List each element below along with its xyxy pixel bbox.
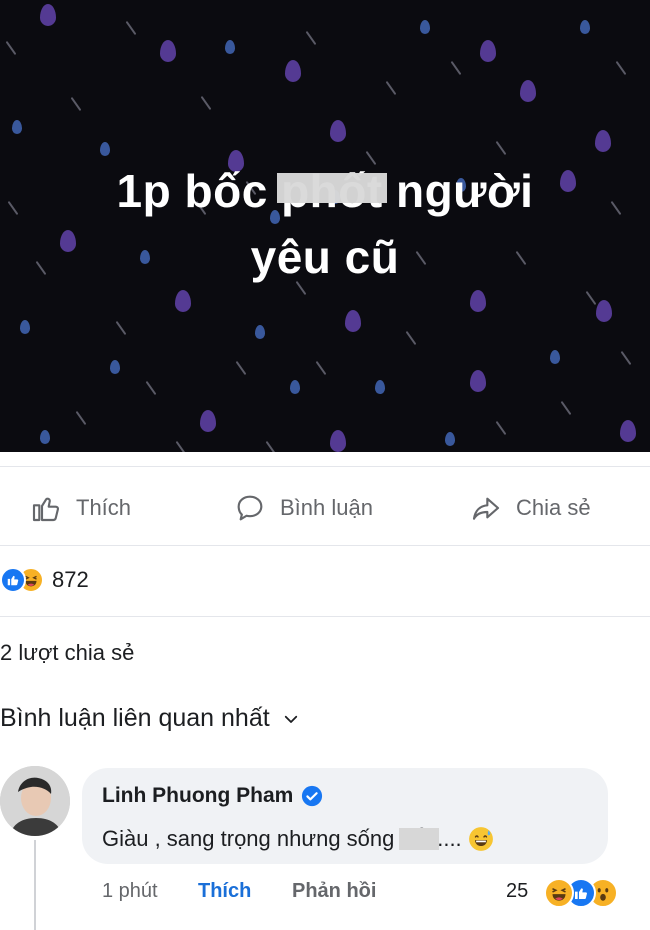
rain-streak-shape [495, 420, 507, 436]
raindrop-shape [420, 20, 430, 34]
raindrop-shape [375, 380, 385, 394]
raindrop-shape [480, 40, 496, 62]
avatar[interactable] [0, 766, 70, 836]
comment-meta-row: 1 phút Thích Phản hồi 25 [0, 878, 650, 910]
raindrop-shape [620, 420, 636, 442]
comment-text: Giàu , sang trọng nhưng sống bẩn.... [102, 826, 494, 852]
raindrop-shape [290, 380, 300, 394]
rain-streak-shape [620, 350, 632, 366]
share-button[interactable]: Chia sẻ [470, 488, 591, 528]
comment-ellipsis: .... [437, 826, 462, 851]
rain-streak-shape [450, 60, 462, 76]
post-image-caption-line2: yêu cũ [250, 231, 400, 283]
share-button-label: Chia sẻ [516, 495, 591, 520]
rain-streak-shape [70, 96, 82, 112]
divider [0, 616, 650, 617]
rain-streak-shape [125, 20, 137, 36]
raindrop-shape [445, 432, 455, 446]
rain-streak-shape [405, 330, 417, 346]
raindrop-shape [330, 120, 346, 142]
comment-bubble-icon [237, 495, 263, 521]
rain-streak-shape [615, 60, 627, 76]
profile-photo-icon [0, 766, 70, 836]
comment-reaction-icons[interactable] [544, 878, 618, 908]
rain-streak-shape [585, 290, 597, 306]
post-action-bar: Thích Bình luận Chia sẻ [0, 478, 650, 538]
haha-reaction-icon [544, 878, 574, 908]
raindrop-shape [520, 80, 536, 102]
thumbs-up-icon [32, 497, 60, 522]
raindrop-shape [285, 60, 301, 82]
raindrop-shape [470, 290, 486, 312]
rain-streak-shape [305, 30, 317, 46]
rain-streak-shape [175, 440, 187, 452]
like-button[interactable]: Thích [30, 488, 131, 528]
like-reaction-icon [0, 567, 26, 593]
rain-streak-shape [200, 95, 212, 111]
rain-streak-shape [75, 410, 87, 426]
comment-author[interactable]: Linh Phuong Pham [102, 784, 323, 808]
post-image[interactable]: 1p bốc phốt người yêu cũ [0, 0, 650, 452]
post-image-caption-line1: 1p bốc phốt người [0, 160, 650, 222]
raindrop-shape [330, 430, 346, 452]
comment-sort-label: Bình luận liên quan nhất [0, 704, 270, 732]
like-button-label: Thích [76, 495, 132, 520]
comment-bubble[interactable]: Linh Phuong Pham Giàu , sang trọng nhưng… [82, 768, 608, 864]
comment-button[interactable]: Bình luận [234, 488, 373, 528]
raindrop-shape [550, 350, 560, 364]
caption-text-end: người [395, 165, 534, 217]
caption-censored-word: phốt [281, 165, 383, 217]
rain-streak-shape [5, 40, 17, 56]
rain-streak-shape [385, 80, 397, 96]
rain-streak-shape [315, 360, 327, 376]
raindrop-shape [470, 370, 486, 392]
caption-text-start: 1p bốc [116, 165, 268, 217]
rain-streak-shape [495, 140, 507, 156]
divider [0, 466, 650, 467]
raindrop-shape [200, 410, 216, 432]
comment-like-button[interactable]: Thích [198, 880, 251, 903]
raindrop-shape [100, 142, 110, 156]
raindrop-shape [595, 130, 611, 152]
raindrop-shape [40, 4, 56, 26]
share-arrow-icon [472, 497, 500, 520]
comment-reply-button[interactable]: Phản hồi [292, 880, 376, 903]
rain-streak-shape [235, 360, 247, 376]
reaction-summary[interactable]: 872 [0, 560, 89, 600]
raindrop-shape [255, 325, 265, 339]
share-count[interactable]: 2 lượt chia sẻ [0, 640, 134, 666]
comment-timestamp[interactable]: 1 phút [102, 880, 158, 903]
comment-author-name: Linh Phuong Pham [102, 784, 294, 807]
comment-text-visible: Giàu , sang trọng nhưng sống [102, 826, 395, 851]
grinning-sweat-emoji-icon [468, 827, 493, 851]
chevron-down-icon [284, 715, 297, 723]
reaction-count: 872 [52, 567, 89, 592]
verified-badge-icon [302, 785, 323, 807]
rain-streak-shape [145, 380, 157, 396]
divider [0, 545, 650, 546]
raindrop-shape [580, 20, 590, 34]
raindrop-shape [110, 360, 120, 374]
raindrop-shape [20, 320, 30, 334]
raindrop-shape [596, 300, 612, 322]
rain-streak-shape [115, 320, 127, 336]
raindrop-shape [160, 40, 176, 62]
raindrop-shape [40, 430, 50, 444]
rain-streak-shape [265, 440, 277, 452]
raindrop-shape [175, 290, 191, 312]
comment-button-label: Bình luận [280, 495, 373, 520]
comment-censored-word: bẩn [398, 826, 439, 851]
rain-streak-shape [560, 400, 572, 416]
raindrop-shape [345, 310, 361, 332]
comment-sort-dropdown[interactable]: Bình luận liên quan nhất [0, 704, 300, 733]
raindrop-shape [12, 120, 22, 134]
raindrop-shape [225, 40, 235, 54]
comment-reaction-count[interactable]: 25 [506, 880, 528, 903]
